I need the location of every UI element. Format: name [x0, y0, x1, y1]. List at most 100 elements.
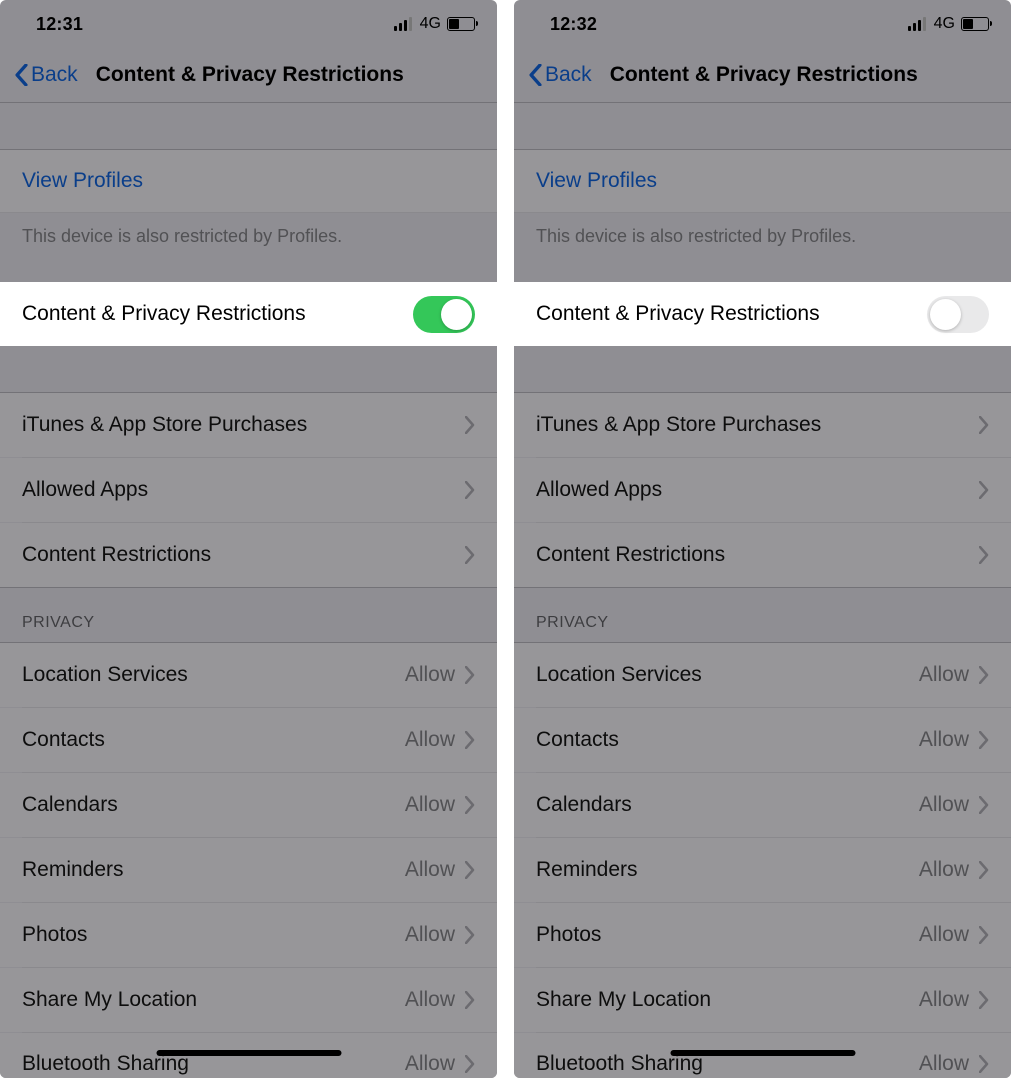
chevron-right-icon	[979, 861, 989, 879]
chevron-left-icon	[528, 64, 543, 86]
chevron-right-icon	[465, 416, 475, 434]
screen-left: 12:31 4G Back Content & Privacy Restrict…	[0, 0, 497, 1078]
signal-icon	[394, 17, 412, 31]
calendars-row[interactable]: Calendars Allow	[0, 773, 497, 837]
chevron-right-icon	[465, 861, 475, 879]
row-label: Photos	[536, 923, 919, 947]
carrier-label: 4G	[934, 15, 955, 33]
row-label: Share My Location	[536, 988, 919, 1012]
chevron-right-icon	[465, 731, 475, 749]
row-value: Allow	[919, 793, 969, 817]
back-label: Back	[31, 63, 78, 87]
view-profiles-link[interactable]: View Profiles	[0, 149, 497, 213]
photos-row[interactable]: Photos Allow	[0, 903, 497, 967]
row-value: Allow	[405, 923, 455, 947]
contacts-row[interactable]: Contacts Allow	[514, 708, 1011, 772]
status-time: 12:31	[36, 14, 83, 35]
row-value: Allow	[919, 923, 969, 947]
chevron-right-icon	[979, 481, 989, 499]
row-label: Allowed Apps	[22, 478, 465, 502]
back-button[interactable]: Back	[528, 63, 592, 87]
chevron-right-icon	[465, 991, 475, 1009]
page-title: Content & Privacy Restrictions	[610, 63, 918, 87]
calendars-row[interactable]: Calendars Allow	[514, 773, 1011, 837]
content-privacy-toggle-row[interactable]: Content & Privacy Restrictions	[514, 282, 1011, 346]
contacts-row[interactable]: Contacts Allow	[0, 708, 497, 772]
share-my-location-row[interactable]: Share My Location Allow	[514, 968, 1011, 1032]
chevron-right-icon	[979, 796, 989, 814]
page-title: Content & Privacy Restrictions	[96, 63, 404, 87]
location-services-row[interactable]: Location Services Allow	[0, 643, 497, 707]
profiles-note: This device is also restricted by Profil…	[0, 213, 497, 247]
location-services-row[interactable]: Location Services Allow	[514, 643, 1011, 707]
chevron-left-icon	[14, 64, 29, 86]
content-restrictions-row[interactable]: Content Restrictions	[514, 523, 1011, 587]
screen-right: 12:32 4G Back Content & Privacy Restrict…	[514, 0, 1011, 1078]
chevron-right-icon	[465, 481, 475, 499]
allowed-apps-row[interactable]: Allowed Apps	[514, 458, 1011, 522]
row-label: Location Services	[22, 663, 405, 687]
back-button[interactable]: Back	[14, 63, 78, 87]
status-bar: 12:32 4G	[514, 0, 1011, 48]
view-profiles-link[interactable]: View Profiles	[514, 149, 1011, 213]
chevron-right-icon	[465, 666, 475, 684]
row-value: Allow	[919, 728, 969, 752]
row-value: Allow	[919, 1052, 969, 1076]
nav-bar: Back Content & Privacy Restrictions	[514, 48, 1011, 103]
nav-bar: Back Content & Privacy Restrictions	[0, 48, 497, 103]
row-label: Reminders	[22, 858, 405, 882]
status-time: 12:32	[550, 14, 597, 35]
chevron-right-icon	[979, 1055, 989, 1073]
allowed-apps-row[interactable]: Allowed Apps	[0, 458, 497, 522]
chevron-right-icon	[465, 796, 475, 814]
itunes-purchases-row[interactable]: iTunes & App Store Purchases	[0, 393, 497, 457]
toggle-label: Content & Privacy Restrictions	[536, 302, 927, 326]
itunes-purchases-row[interactable]: iTunes & App Store Purchases	[514, 393, 1011, 457]
chevron-right-icon	[979, 416, 989, 434]
battery-icon	[961, 17, 989, 31]
share-my-location-row[interactable]: Share My Location Allow	[0, 968, 497, 1032]
chevron-right-icon	[465, 926, 475, 944]
row-label: Content Restrictions	[22, 543, 465, 567]
row-label: Allowed Apps	[536, 478, 979, 502]
row-value: Allow	[405, 728, 455, 752]
profiles-note: This device is also restricted by Profil…	[514, 213, 1011, 247]
row-value: Allow	[405, 793, 455, 817]
photos-row[interactable]: Photos Allow	[514, 903, 1011, 967]
row-value: Allow	[405, 988, 455, 1012]
row-label: Content Restrictions	[536, 543, 979, 567]
view-profiles-label: View Profiles	[536, 169, 657, 193]
chevron-right-icon	[979, 666, 989, 684]
status-bar: 12:31 4G	[0, 0, 497, 48]
chevron-right-icon	[465, 1055, 475, 1073]
row-label: Contacts	[536, 728, 919, 752]
row-value: Allow	[405, 663, 455, 687]
content-privacy-toggle[interactable]	[413, 296, 475, 333]
signal-icon	[908, 17, 926, 31]
row-value: Allow	[919, 858, 969, 882]
row-label: Calendars	[22, 793, 405, 817]
row-label: iTunes & App Store Purchases	[22, 413, 465, 437]
battery-icon	[447, 17, 475, 31]
toggle-label: Content & Privacy Restrictions	[22, 302, 413, 326]
row-label: Photos	[22, 923, 405, 947]
back-label: Back	[545, 63, 592, 87]
home-indicator	[156, 1050, 341, 1056]
content-restrictions-row[interactable]: Content Restrictions	[0, 523, 497, 587]
home-indicator	[670, 1050, 855, 1056]
row-value: Allow	[919, 988, 969, 1012]
carrier-label: 4G	[420, 15, 441, 33]
row-label: Location Services	[536, 663, 919, 687]
row-value: Allow	[919, 663, 969, 687]
content-privacy-toggle[interactable]	[927, 296, 989, 333]
reminders-row[interactable]: Reminders Allow	[514, 838, 1011, 902]
reminders-row[interactable]: Reminders Allow	[0, 838, 497, 902]
chevron-right-icon	[979, 546, 989, 564]
privacy-header: PRIVACY	[0, 588, 497, 642]
row-label: Contacts	[22, 728, 405, 752]
row-label: Share My Location	[22, 988, 405, 1012]
privacy-header: PRIVACY	[514, 588, 1011, 642]
row-label: Reminders	[536, 858, 919, 882]
chevron-right-icon	[979, 731, 989, 749]
content-privacy-toggle-row[interactable]: Content & Privacy Restrictions	[0, 282, 497, 346]
